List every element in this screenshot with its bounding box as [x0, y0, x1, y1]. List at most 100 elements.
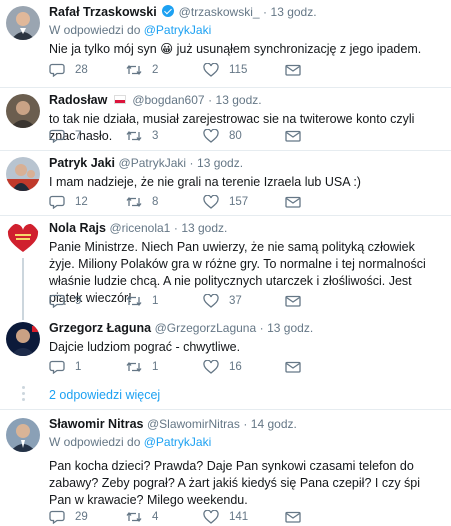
- reply-button[interactable]: 7: [49, 129, 126, 143]
- reply-icon: [49, 294, 65, 308]
- like-count: 141: [229, 511, 249, 523]
- reply-button[interactable]: 9: [49, 294, 126, 308]
- like-icon: [203, 129, 219, 143]
- like-button[interactable]: 157: [203, 195, 273, 209]
- message-button[interactable]: [273, 294, 350, 308]
- reply-button[interactable]: 28: [49, 63, 126, 77]
- like-button[interactable]: 141: [203, 510, 273, 524]
- tweet-item[interactable]: Patryk Jaki @PatrykJaki · 13 godz. I mam…: [0, 151, 451, 216]
- tweet-item[interactable]: Grzegorz Łaguna @GrzegorzLaguna · 13 god…: [0, 316, 451, 376]
- conversation-thread-line: [22, 258, 24, 320]
- tweet-time[interactable]: 13 godz.: [197, 156, 243, 170]
- reply-icon: [49, 195, 65, 209]
- tweet-item[interactable]: Sławomir Nitras @SlawomirNitras · 14 god…: [0, 410, 451, 526]
- like-button[interactable]: 115: [203, 63, 273, 77]
- separator-dot: ·: [263, 5, 268, 19]
- like-icon: [203, 360, 219, 374]
- like-button[interactable]: 80: [203, 129, 273, 143]
- author-handle[interactable]: @GrzegorzLaguna: [155, 321, 257, 335]
- message-icon: [285, 510, 301, 524]
- message-button[interactable]: [273, 510, 350, 524]
- like-icon: [203, 294, 219, 308]
- more-replies-dots: [19, 386, 27, 404]
- reply-to-line: W odpowiedzi do @PatrykJaki: [49, 23, 443, 38]
- tweet-actions: 7 3 80: [49, 128, 350, 144]
- avatar[interactable]: [6, 157, 40, 191]
- reply-to-line: W odpowiedzi do @PatrykJaki: [49, 435, 443, 450]
- like-icon: [203, 63, 219, 77]
- tweet-time[interactable]: 14 godz.: [251, 417, 297, 431]
- retweet-count: 2: [152, 64, 159, 76]
- tweet-time[interactable]: 13 godz.: [271, 5, 317, 19]
- message-button[interactable]: [273, 195, 350, 209]
- reply-count: 28: [75, 64, 88, 76]
- reply-to-user-link[interactable]: @PatrykJaki: [144, 23, 212, 37]
- like-count: 16: [229, 361, 242, 373]
- author-name[interactable]: Radosław: [49, 93, 107, 107]
- author-name[interactable]: Nola Rajs: [49, 221, 106, 235]
- message-icon: [285, 63, 301, 77]
- tweet-item[interactable]: Rafał Trzaskowski @trzaskowski_ · 13 god…: [0, 0, 451, 88]
- tweet-actions: 1 1 16: [49, 359, 350, 375]
- separator-dot: ·: [208, 93, 213, 107]
- retweet-icon: [126, 63, 142, 77]
- avatar[interactable]: [6, 94, 40, 128]
- author-handle[interactable]: @ricenola1: [109, 221, 170, 235]
- message-button[interactable]: [273, 129, 350, 143]
- author-handle[interactable]: @bogdan607: [132, 93, 204, 107]
- retweet-count: 1: [152, 361, 159, 373]
- message-button[interactable]: [273, 63, 350, 77]
- separator-dot: ·: [173, 221, 178, 235]
- message-button[interactable]: [273, 360, 350, 374]
- like-count: 37: [229, 295, 242, 307]
- author-name[interactable]: Sławomir Nitras: [49, 417, 143, 431]
- avatar[interactable]: [6, 6, 40, 40]
- show-more-replies-link[interactable]: 2 odpowiedzi więcej: [49, 387, 160, 403]
- like-count: 157: [229, 196, 249, 208]
- tweet-actions: 28 2 115: [49, 62, 350, 78]
- avatar[interactable]: [6, 418, 40, 452]
- like-button[interactable]: 37: [203, 294, 273, 308]
- tweet-time[interactable]: 13 godz.: [267, 321, 313, 335]
- reply-to-user-link[interactable]: @PatrykJaki: [144, 435, 212, 449]
- message-icon: [285, 129, 301, 143]
- retweet-button[interactable]: 1: [126, 294, 203, 308]
- author-name[interactable]: Grzegorz Łaguna: [49, 321, 151, 335]
- retweet-button[interactable]: 1: [126, 360, 203, 374]
- reply-count: 12: [75, 196, 88, 208]
- tweet-time[interactable]: 13 godz.: [181, 221, 227, 235]
- dot: [21, 398, 25, 401]
- reply-button[interactable]: 29: [49, 510, 126, 524]
- poland-flag-icon: [113, 95, 126, 104]
- tweet-item[interactable]: Nola Rajs @ricenola1 · 13 godz. Panie Mi…: [0, 216, 451, 320]
- separator-dot: ·: [243, 417, 248, 431]
- retweet-button[interactable]: 2: [126, 63, 203, 77]
- message-icon: [285, 195, 301, 209]
- author-name[interactable]: Patryk Jaki: [49, 156, 115, 170]
- author-handle[interactable]: @PatrykJaki: [119, 156, 187, 170]
- retweet-button[interactable]: 3: [126, 129, 203, 143]
- reply-button[interactable]: 12: [49, 195, 126, 209]
- tweet-text: Nie ja tylko mój syn 😀 już usunąłem sync…: [49, 42, 422, 56]
- author-name[interactable]: Rafał Trzaskowski: [49, 5, 157, 19]
- retweet-button[interactable]: 8: [126, 195, 203, 209]
- tweet-time[interactable]: 13 godz.: [216, 93, 262, 107]
- avatar[interactable]: [6, 222, 40, 256]
- tweet-item[interactable]: Radosław @bogdan607 · 13 godz. to tak ni…: [0, 88, 451, 151]
- tweet-actions: 9 1 37: [49, 293, 350, 309]
- avatar[interactable]: [6, 322, 40, 356]
- retweet-count: 4: [152, 511, 159, 523]
- retweet-icon: [126, 510, 142, 524]
- like-count: 115: [229, 64, 248, 76]
- author-handle[interactable]: @SlawomirNitras: [147, 417, 240, 431]
- like-button[interactable]: 16: [203, 360, 273, 374]
- author-handle[interactable]: @trzaskowski_: [179, 5, 260, 19]
- reply-button[interactable]: 1: [49, 360, 126, 374]
- reply-count: 7: [75, 130, 82, 142]
- like-icon: [203, 510, 219, 524]
- reply-count: 1: [75, 361, 82, 373]
- dot: [21, 392, 25, 395]
- tweet-actions: 29 4 141: [49, 509, 350, 525]
- retweet-icon: [126, 360, 142, 374]
- retweet-button[interactable]: 4: [126, 510, 203, 524]
